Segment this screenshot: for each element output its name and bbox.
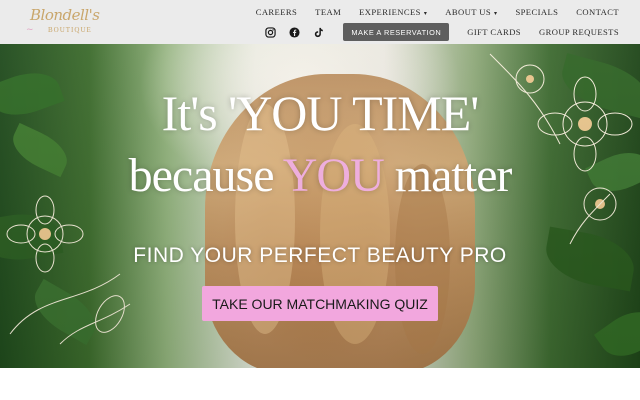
nav-item-careers[interactable]: CAREERS	[247, 7, 306, 17]
brand-logo[interactable]: Blondell's ~ BOUTIQUE	[26, 6, 100, 38]
chevron-down-icon: ▾	[423, 11, 428, 17]
nav-label: SPECIALS	[515, 7, 559, 17]
cta-label: TAKE OUR MATCHMAKING QUIZ	[212, 295, 428, 312]
reserve-label: MAKE A RESERVATION	[351, 27, 442, 37]
chevron-down-icon: ▾	[494, 11, 498, 17]
tiktok-icon[interactable]	[311, 25, 325, 39]
nav-label: TEAM	[315, 7, 342, 17]
logo-swash: ~	[26, 25, 34, 35]
nav-item-experiences[interactable]: EXPERIENCES ▾	[350, 7, 436, 17]
main-nav: CAREERS TEAM EXPERIENCES ▾ ABOUT US ▾ SPEC…	[247, 6, 628, 18]
headline-highlight: YOU	[282, 149, 385, 202]
hero-headline-line2: because YOU matter	[0, 148, 640, 203]
nav-item-gift-cards[interactable]: GIFT CARDS	[458, 27, 530, 37]
nav-item-specials[interactable]: SPECIALS	[506, 7, 567, 17]
nav-label: EXPERIENCES	[359, 7, 421, 17]
nav-item-contact[interactable]: CONTACT	[567, 7, 628, 17]
headline-text: matter	[383, 149, 513, 202]
hero-subheadline: FIND YOUR PERFECT BEAUTY PRO	[133, 244, 507, 267]
facebook-icon[interactable]	[287, 25, 301, 39]
secondary-nav: MAKE A RESERVATION GIFT CARDS GROUP REQU…	[263, 23, 628, 41]
nav-label: ABOUT US	[445, 7, 492, 17]
headline-text: because	[128, 149, 283, 202]
hero-headline-line1: It's 'YOU TIME'	[161, 85, 480, 141]
logo-subtext: BOUTIQUE	[48, 26, 92, 34]
nav-item-team[interactable]: TEAM	[306, 7, 350, 17]
make-reservation-button[interactable]: MAKE A RESERVATION	[343, 23, 450, 41]
matchmaking-quiz-button[interactable]: TAKE OUR MATCHMAKING QUIZ	[202, 286, 438, 321]
hero-banner: It's 'YOU TIME' because YOU matter FIND …	[0, 44, 640, 368]
nav-label: CAREERS	[255, 7, 298, 17]
nav-item-group-requests[interactable]: GROUP REQUESTS	[530, 27, 628, 37]
nav-label: GIFT CARDS	[467, 27, 521, 37]
nav-label: CONTACT	[576, 7, 619, 17]
logo-wordmark: Blondell's	[30, 6, 100, 24]
social-links	[263, 25, 325, 39]
site-header: Blondell's ~ BOUTIQUE CAREERS TEAM EXPER…	[0, 0, 640, 44]
nav-label: GROUP REQUESTS	[538, 27, 619, 37]
instagram-icon[interactable]	[263, 25, 277, 39]
nav-item-about-us[interactable]: ABOUT US ▾	[436, 7, 506, 17]
